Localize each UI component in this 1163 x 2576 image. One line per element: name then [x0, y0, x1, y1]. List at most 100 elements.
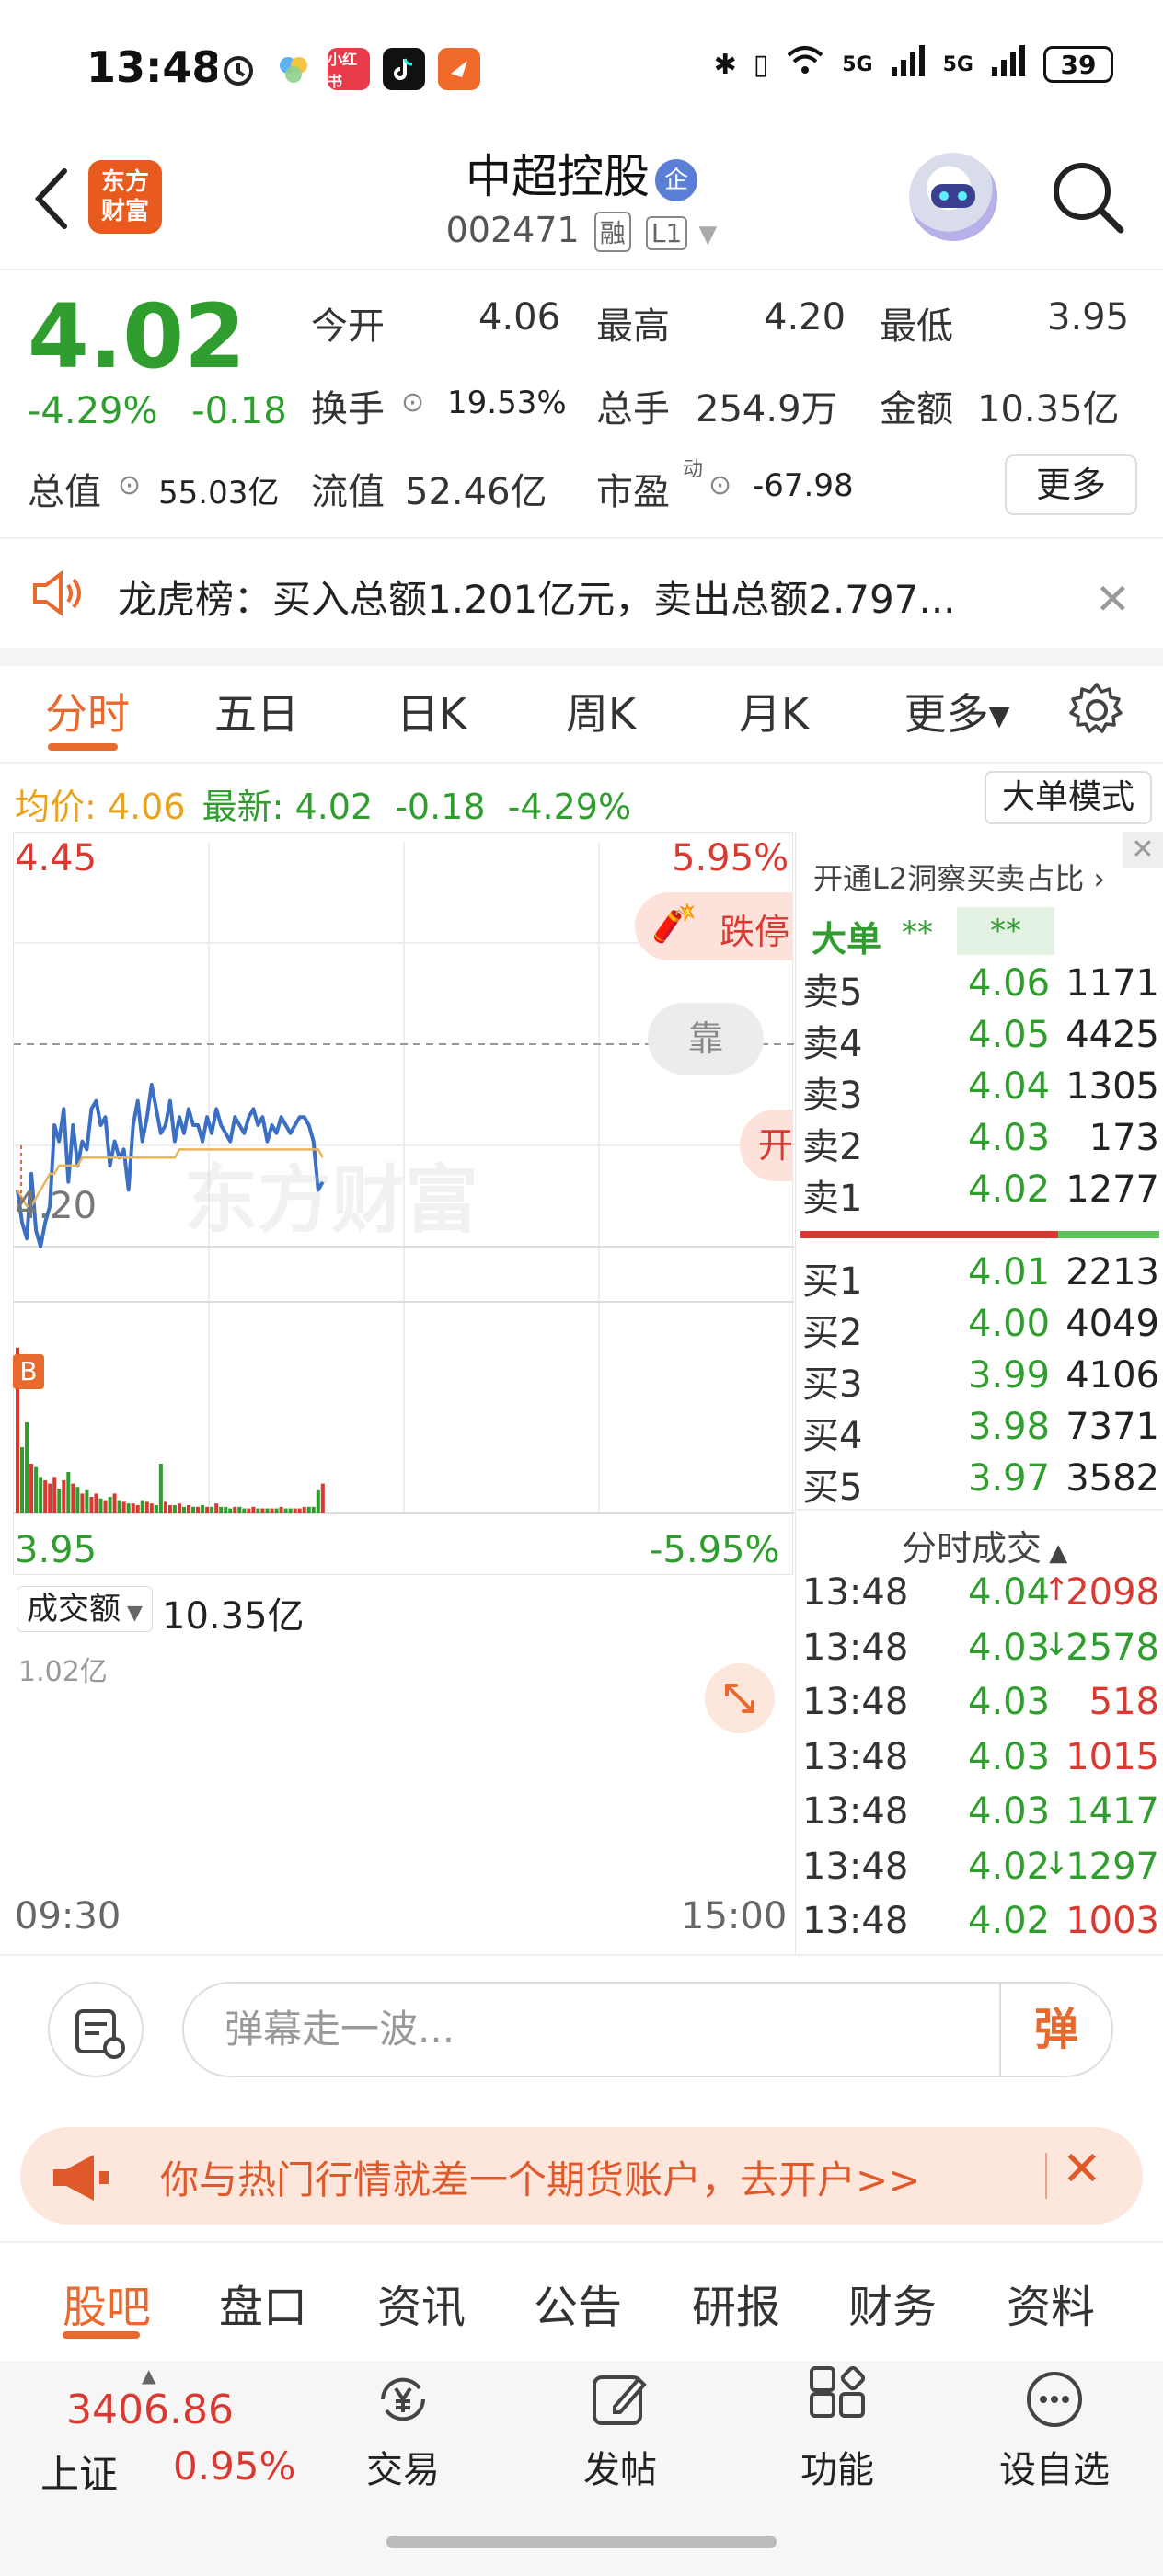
volume-bar	[233, 1506, 237, 1513]
bid-price: 3.99	[968, 1354, 1051, 1397]
nav-functions-label: 功能	[800, 2449, 874, 2491]
home-indicator[interactable]	[386, 2536, 777, 2548]
bid-volume: 7371	[1065, 1406, 1159, 1448]
volume-bar	[320, 1483, 325, 1513]
tab-announcements[interactable]: 公告	[534, 2271, 622, 2335]
mktcap-label: 总值	[28, 471, 101, 513]
nav-trade[interactable]: 交易	[329, 2366, 477, 2493]
tab-daily-k[interactable]: 日K	[381, 681, 482, 742]
volume-bar	[316, 1489, 320, 1513]
ad-text[interactable]: 你与热门行情就差一个期货账户，去开户>>	[160, 2149, 920, 2205]
search-icon[interactable]	[1049, 158, 1126, 236]
divider	[795, 1509, 1163, 1511]
tab-weekly-k[interactable]: 周K	[550, 681, 651, 742]
volume-bar	[121, 1501, 126, 1513]
y-axis-mid-label: 4.20	[15, 1185, 98, 1227]
index-value[interactable]: 3406.86	[66, 2386, 234, 2433]
caret-down-icon: ▼	[121, 1602, 143, 1625]
volume-bar	[71, 1483, 75, 1513]
danmu-input[interactable]: 弹幕走一波...	[182, 1982, 1113, 2077]
big-order-mode-button[interactable]: 大单模式	[985, 771, 1152, 824]
trade-volume: 1003	[1065, 1900, 1159, 1942]
divider	[0, 269, 1163, 270]
volume-bar	[283, 1508, 288, 1513]
volume-bar	[126, 1503, 131, 1513]
close-icon[interactable]: ✕	[1095, 574, 1131, 624]
divider	[0, 2241, 1163, 2243]
ask-row: 卖3 4.04 1305	[802, 1065, 1159, 1117]
more-button[interactable]: 更多	[1005, 454, 1137, 515]
nav-functions[interactable]: 功能	[764, 2365, 911, 2493]
network-label-2: 5G	[942, 52, 973, 76]
buy-marker[interactable]: B	[13, 1354, 44, 1389]
lean-badge[interactable]: 靠	[648, 1003, 764, 1075]
ask-level-label: 卖3	[802, 1075, 863, 1117]
signal-icon-2	[990, 45, 1027, 84]
tab-intraday[interactable]: 分时	[37, 681, 138, 742]
stock-name: 中超控股	[466, 150, 650, 203]
avg-price-row: 均价: 4.06 最新: 4.02 -0.18 -4.29%	[15, 778, 631, 829]
info-dots-icon[interactable]: ⊙	[708, 469, 731, 501]
wifi-icon	[785, 44, 825, 85]
alarm-icon	[217, 48, 259, 90]
bid-price: 4.01	[968, 1251, 1051, 1294]
tab-handicap[interactable]: 盘口	[219, 2271, 307, 2335]
tab-forum[interactable]: 股吧	[63, 2271, 151, 2335]
volume-value: 254.9万	[696, 388, 838, 431]
tab-finance[interactable]: 财务	[848, 2271, 937, 2335]
gear-icon[interactable]	[1065, 679, 1128, 742]
trades-header[interactable]: 分时成交 ▲	[902, 1520, 1067, 1570]
volume-bar	[187, 1505, 191, 1513]
info-dots-icon[interactable]: ⊙	[401, 386, 424, 419]
trade-volume: 1015	[1065, 1735, 1159, 1778]
assistant-robot-icon[interactable]	[909, 153, 997, 241]
active-tab-indicator	[63, 2331, 140, 2339]
volume-bar	[103, 1500, 108, 1513]
close-icon[interactable]: ✕	[1123, 832, 1163, 868]
margin-tag: 融	[593, 212, 631, 252]
info-dots-icon[interactable]: ⊙	[118, 469, 141, 501]
volume-bar	[117, 1500, 121, 1513]
y-axis-top-pct: 5.95%	[672, 837, 789, 880]
big-order-value-2: **	[957, 907, 1054, 955]
volume-bar	[270, 1508, 274, 1513]
tab-monthly-k[interactable]: 月K	[723, 681, 824, 742]
limit-down-label: 跌停	[720, 912, 790, 952]
volume-bar	[196, 1506, 201, 1513]
change-pct: -4.29%	[28, 390, 158, 432]
high-value: 4.20	[764, 296, 846, 339]
volume-bar	[210, 1506, 214, 1513]
volume-bar	[34, 1466, 39, 1513]
trade-volume: 2098	[1065, 1571, 1159, 1614]
trade-price: 4.03	[968, 1790, 1051, 1833]
tab-news[interactable]: 资讯	[377, 2271, 466, 2335]
volume-bar	[228, 1508, 233, 1513]
limit-down-badge[interactable]: 🧨 跌停	[635, 892, 793, 960]
danmu-send-button[interactable]: 弹	[999, 1984, 1111, 2076]
tab-research[interactable]: 研报	[692, 2271, 780, 2335]
nav-add-watchlist[interactable]: 设自选	[981, 2366, 1128, 2493]
volume-selector[interactable]: 成交额 ▼	[17, 1586, 153, 1632]
danmu-settings-icon[interactable]	[48, 1982, 144, 2077]
tab-more[interactable]: 更多▾	[892, 681, 1021, 742]
trade-time: 13:48	[802, 1900, 909, 1942]
turnover-label: 换手	[311, 388, 385, 431]
bid-price: 4.00	[968, 1303, 1051, 1345]
ask-level-label: 卖2	[802, 1126, 863, 1168]
dragon-tiger-notice[interactable]: 龙虎榜：买入总额1.201亿元，卖出总额2.797...	[118, 569, 1019, 625]
tab-five-day[interactable]: 五日	[206, 681, 307, 742]
tab-profile[interactable]: 资料	[1007, 2271, 1095, 2335]
volume-bar	[158, 1464, 163, 1513]
nav-add-watchlist-label: 设自选	[999, 2449, 1110, 2491]
ask-row: 卖4 4.05 4425	[802, 1014, 1159, 1065]
status-right-icons: ✱ ▯ 5G 5G 39	[714, 44, 1113, 85]
big-order-label: 大单	[812, 919, 882, 960]
bid-level-label: 买4	[802, 1415, 863, 1457]
volume-bar	[94, 1493, 98, 1513]
l2-promo-link[interactable]: 开通L2洞察买卖占比 ›	[813, 856, 1105, 898]
nav-post[interactable]: 发帖	[547, 2366, 694, 2493]
current-price: 4.02	[28, 285, 246, 388]
close-icon[interactable]: ✕	[1062, 2142, 1102, 2197]
volume-bar	[265, 1508, 270, 1513]
expand-icon[interactable]	[705, 1663, 775, 1733]
